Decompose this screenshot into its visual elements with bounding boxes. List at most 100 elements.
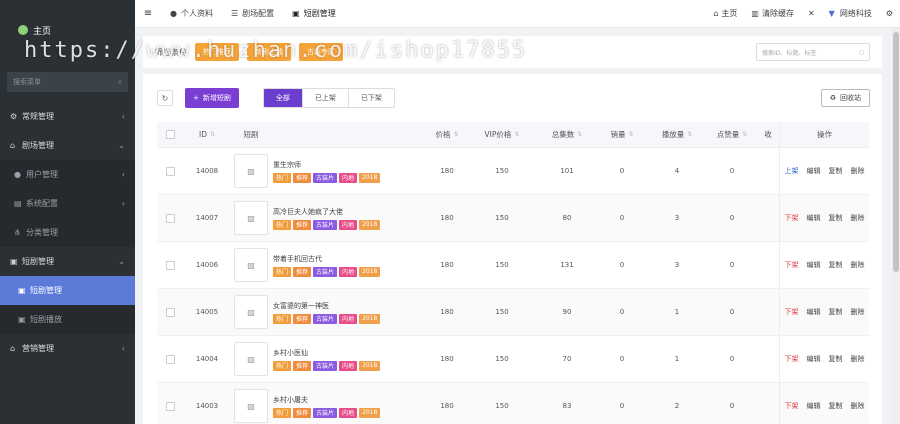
copy-button[interactable]: 复制	[829, 401, 843, 411]
row-checkbox[interactable]	[165, 213, 175, 223]
sidebar-item-marketing[interactable]: ⌂ 营销管理 ‹	[0, 334, 135, 363]
table-header: ID ⇅ 短剧 价格 ⇅ VIP价格 ⇅ 总集数 ⇅ 销量 ⇅ 播放量 ⇅ 点赞量 ⇅ 收 操…	[157, 122, 869, 148]
header-vip[interactable]: VIP价格 ⇅	[467, 129, 537, 140]
brand[interactable]: 主页	[0, 0, 135, 60]
sidebar-item-drama-play[interactable]: ▣ 短剧播放	[0, 305, 135, 334]
row-checkbox[interactable]	[165, 354, 175, 364]
edit-button[interactable]: 编辑	[807, 213, 821, 223]
refresh-button[interactable]: ↻	[157, 90, 173, 106]
row-checkbox[interactable]	[165, 260, 175, 270]
toggle-status-button[interactable]: 下架	[785, 307, 799, 317]
tag-list: 热门 推荐 古装片 内地 2018	[273, 360, 382, 371]
header-id[interactable]: ID ⇅	[183, 130, 231, 139]
sidebar-item-theater[interactable]: ⌂ 剧场管理 ⌄	[0, 131, 135, 160]
delete-button[interactable]: 删除	[851, 260, 865, 270]
cell-image: ▨	[231, 295, 271, 329]
segment-online[interactable]: 已上架	[302, 89, 349, 107]
header-likes[interactable]: 点赞量 ⇅	[707, 129, 757, 140]
thumbnail[interactable]: ▨	[234, 342, 268, 376]
delete-button[interactable]: 删除	[851, 307, 865, 317]
home-link[interactable]: ⌂ 主页	[706, 0, 744, 27]
refresh-icon: ↻	[161, 93, 169, 103]
filter-hot-button[interactable]: 热门推荐	[195, 43, 239, 61]
toggle-status-button[interactable]: 上架	[785, 166, 799, 176]
cell-image: ▨	[231, 389, 271, 423]
fullscreen-button[interactable]: ✕	[801, 0, 822, 27]
toggle-status-button[interactable]: 下架	[785, 354, 799, 364]
header-episodes[interactable]: 总集数 ⇅	[537, 129, 597, 140]
tab-drama-manage[interactable]: ▣ 短剧管理	[283, 0, 345, 27]
delete-button[interactable]: 删除	[851, 401, 865, 411]
header-sales-label: 销量	[610, 130, 626, 139]
sidebar-item-label: 剧场管理	[22, 141, 54, 150]
segment-all[interactable]: 全部	[263, 89, 303, 107]
recycle-bin-button[interactable]: ♻ 回收站	[820, 89, 870, 107]
row-select-cell	[157, 307, 183, 317]
header-price[interactable]: 价格 ⇅	[427, 129, 467, 140]
account-menu[interactable]: ▼ 网络科技	[822, 0, 879, 27]
chevron-down-icon: ⌄	[118, 257, 125, 266]
edit-button[interactable]: 编辑	[807, 354, 821, 364]
edit-button[interactable]: 编辑	[807, 401, 821, 411]
thumbnail[interactable]: ▨	[234, 154, 268, 188]
sidebar-search-input[interactable]: 搜索菜单 ⌕	[7, 72, 128, 92]
page-scrollbar[interactable]	[892, 28, 900, 424]
sidebar-item-drama-group[interactable]: ▣ 短剧管理 ⌄	[0, 247, 135, 276]
thumbnail[interactable]: ▨	[234, 389, 268, 423]
cell-episodes: 83	[562, 402, 572, 410]
cell-id: 14008	[195, 167, 219, 175]
search-icon: ⌕	[118, 77, 122, 86]
cell-sales: 0	[619, 214, 625, 222]
tab-theater-config[interactable]: ☰ 剧场配置	[222, 0, 283, 27]
row-checkbox[interactable]	[165, 307, 175, 317]
copy-button[interactable]: 复制	[829, 307, 843, 317]
row-checkbox[interactable]	[165, 401, 175, 411]
copy-button[interactable]: 复制	[829, 260, 843, 270]
row-select-cell	[157, 166, 183, 176]
header-plays[interactable]: 播放量 ⇅	[647, 129, 707, 140]
copy-button[interactable]: 复制	[829, 354, 843, 364]
toggle-status-button[interactable]: 下架	[785, 401, 799, 411]
settings-button[interactable]: ⚙	[879, 0, 900, 27]
copy-button[interactable]: 复制	[829, 213, 843, 223]
sidebar-item-general[interactable]: ⚙ 常规管理 ‹	[0, 102, 135, 131]
tag-badge: 热门	[273, 313, 292, 324]
row-checkbox[interactable]	[165, 166, 175, 176]
clear-cache-button[interactable]: ▥ 清除缓存	[744, 0, 801, 27]
thumbnail[interactable]: ▨	[234, 201, 268, 235]
toggle-status-button[interactable]: 下架	[785, 260, 799, 270]
sidebar-item-system[interactable]: ▤ 系统配置 ‹	[0, 189, 135, 218]
tag-badge: 内地	[339, 172, 358, 183]
thumbnail[interactable]: ▨	[234, 248, 268, 282]
header-sales[interactable]: 销量 ⇅	[597, 129, 647, 140]
segment-offline[interactable]: 已下架	[348, 89, 394, 107]
toggle-status-button[interactable]: 下架	[785, 213, 799, 223]
cell-ops: 下架 编辑 复制 删除	[779, 336, 869, 382]
delete-button[interactable]: 删除	[851, 354, 865, 364]
tag-badge: 内地	[339, 360, 358, 371]
briefcase-icon: ▣	[10, 257, 18, 266]
cell-likes: 0	[729, 214, 735, 222]
tab-profile[interactable]: ● 个人资料	[161, 0, 222, 27]
filter-new-button[interactable]: 新剧上线	[247, 43, 291, 61]
edit-button[interactable]: 编辑	[807, 307, 821, 317]
delete-button[interactable]: 删除	[851, 166, 865, 176]
cell-ops: 下架 编辑 复制 删除	[779, 195, 869, 241]
copy-button[interactable]: 复制	[829, 166, 843, 176]
edit-button[interactable]: 编辑	[807, 260, 821, 270]
delete-button[interactable]: 删除	[851, 213, 865, 223]
trash-icon: ▥	[751, 9, 759, 18]
sidebar-item-drama[interactable]: ▣ 短剧管理	[0, 276, 135, 305]
thumbnail[interactable]: ▨	[234, 295, 268, 329]
edit-button[interactable]: 编辑	[807, 166, 821, 176]
drama-title: 乡村小医仙	[273, 348, 308, 357]
sidebar-item-category[interactable]: ⋔ 分类管理	[0, 218, 135, 247]
scrollbar-thumb[interactable]	[893, 32, 899, 272]
select-all-checkbox[interactable]	[165, 130, 175, 139]
menu-toggle-icon[interactable]: ≡	[135, 8, 161, 19]
topbar-tabs: ≡ ● 个人资料 ☰ 剧场配置 ▣ 短剧管理	[135, 0, 345, 27]
filter-costume-button[interactable]: 古装专区	[299, 43, 343, 61]
sidebar-item-users[interactable]: ● 用户管理 ‹	[0, 160, 135, 189]
add-drama-button[interactable]: + 新增短剧	[185, 88, 239, 108]
search-input[interactable]: 搜索ID、标题、标签 ○	[756, 43, 870, 61]
